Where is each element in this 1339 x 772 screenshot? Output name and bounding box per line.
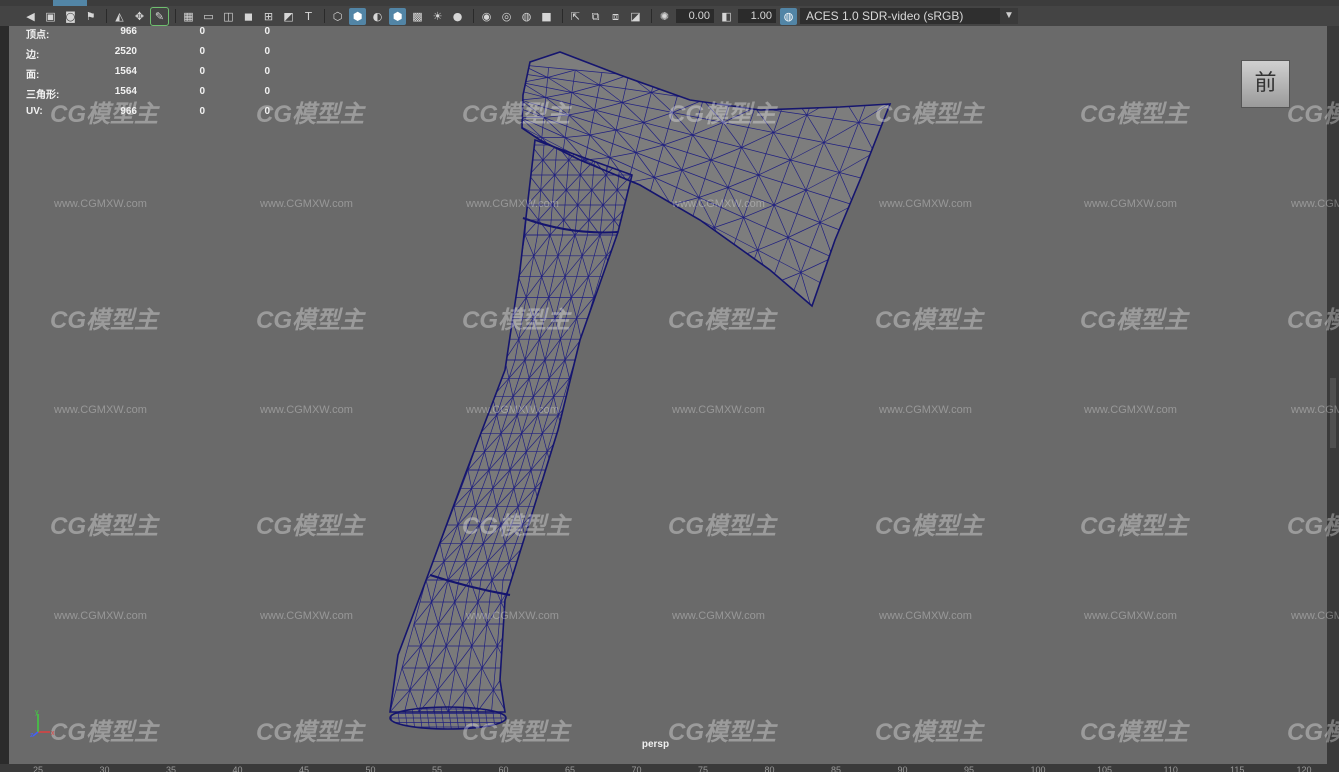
viewport-3d[interactable] [9,26,1327,764]
ruler-tick-label: 35 [166,765,177,772]
depth-of-field-icon[interactable]: ■ [538,8,555,25]
textured-icon[interactable]: ▩ [409,8,426,25]
panel-toolbar: ◀ ▣ ◙ ⚑ ◭ ✥ ✎ ▦ ▭ ◫ ◼ ⊞ ◩ T ⬡ ⬢ ◐ ⬢ ▩ ☀ … [0,6,1339,26]
motion-blur-icon[interactable]: ◎ [498,8,515,25]
move-view-icon[interactable]: ✥ [131,8,148,25]
ruler-tick-label: 25 [33,765,44,772]
2d-pan-zoom-icon[interactable]: ◭ [111,8,128,25]
toolbar-separator [562,9,563,23]
ruler-tick-label: 120 [1296,765,1312,772]
ruler-tick-label: 80 [764,765,775,772]
ruler-tick-label: 90 [897,765,908,772]
hud-row-triangles: 三角形: 1564 0 0 [26,86,270,101]
xray-joints-icon[interactable]: ⧈ [607,8,624,25]
ruler-tick-label: 50 [365,765,376,772]
toolbar-separator [473,9,474,23]
grease-pencil-icon[interactable]: ✎ [150,6,169,26]
shadows-icon[interactable]: ● [449,8,466,25]
hud-row-vertices: 顶点: 966 0 0 [26,26,270,41]
camera-attributes-icon[interactable]: ▣ [42,8,59,25]
film-gate-icon[interactable]: ▭ [200,8,217,25]
ruler-tick-label: 70 [631,765,642,772]
wireframe-icon[interactable]: ⬡ [329,8,346,25]
antialiasing-icon[interactable]: ◍ [518,8,535,25]
grid-icon[interactable]: ▦ [180,8,197,25]
ruler-tick-label: 45 [299,765,310,772]
bookmark-icon[interactable]: ◙ [62,8,79,25]
ruler-tick-label: 100 [1030,765,1046,772]
backface-culling-icon[interactable]: ◪ [627,8,644,25]
xray-icon[interactable]: ⧉ [587,8,604,25]
scroll-thumb[interactable] [1330,378,1336,448]
shade-wireframe-icon[interactable]: ⬢ [389,7,406,25]
field-chart-icon[interactable]: ⊞ [260,8,277,25]
axe-model[interactable] [9,26,1327,764]
hud-row-edges: 边: 2520 0 0 [26,46,270,61]
camera-icon[interactable]: ◀ [22,8,39,25]
axis-z-label: z [30,732,34,738]
time-ruler[interactable]: 25 30 35 40 45 50 55 60 65 70 75 80 85 90 95 100 105 110 1… [0,764,1339,772]
ruler-tick-label: 115 [1230,765,1245,772]
default-material-icon[interactable]: ◐ [369,8,386,25]
axis-y-label: y [35,709,39,716]
safe-title-icon[interactable]: T [300,8,317,25]
hud-row-uvs: UV: 966 0 0 [26,106,270,117]
hud-row-faces: 面: 1564 0 0 [26,66,270,81]
heads-up-display: 顶点: 966 0 0 边: 2520 0 0 面: 1564 0 0 三角形: 1564 0 0 UV… [17,26,277,126]
ruler-tick-label: 85 [831,765,842,772]
view-cube[interactable]: 前 [1241,60,1290,108]
toolbar-separator [175,9,176,23]
exposure-field[interactable]: 0.00 [676,9,714,23]
ruler-tick-label: 55 [432,765,443,772]
ruler-tick-label: 30 [99,765,110,772]
lights-icon[interactable]: ☀ [429,8,446,25]
toolbar-separator [324,9,325,23]
toolbar-separator [651,9,652,23]
ruler-tick-label: 40 [232,765,243,772]
toolbar-separator [106,9,107,23]
image-plane-icon[interactable]: ⚑ [82,8,99,25]
ruler-tick-label: 105 [1097,765,1113,772]
gamma-field[interactable]: 1.00 [738,9,776,23]
ruler-tick-label: 75 [698,765,709,772]
smooth-shade-icon[interactable]: ⬢ [349,7,366,25]
camera-name-label: persp [641,739,670,750]
color-management-icon[interactable]: ◍ [780,7,797,25]
right-panel-strip[interactable] [1327,26,1339,764]
exposure-icon[interactable]: ✺ [656,8,673,25]
ruler-tick-label: 60 [498,765,509,772]
resolution-gate-icon[interactable]: ◫ [220,8,237,25]
ruler-tick-label: 65 [565,765,576,772]
chevron-down-icon[interactable]: ▼ [1000,8,1018,24]
ambient-occlusion-icon[interactable]: ◉ [478,8,495,25]
gamma-icon[interactable]: ◧ [718,8,735,25]
ruler-tick-label: 95 [964,765,975,772]
isolate-select-icon[interactable]: ⇱ [567,8,584,25]
axis-x-label: x [51,730,55,737]
color-management-select[interactable]: ACES 1.0 SDR-video (sRGB) ▼ [800,8,1018,24]
ruler-tick-label: 110 [1163,765,1178,772]
gate-mask-icon[interactable]: ◼ [240,8,257,25]
safe-action-icon[interactable]: ◩ [280,8,297,25]
axis-gizmo: x y z [30,709,55,738]
color-management-value: ACES 1.0 SDR-video (sRGB) [806,9,964,23]
